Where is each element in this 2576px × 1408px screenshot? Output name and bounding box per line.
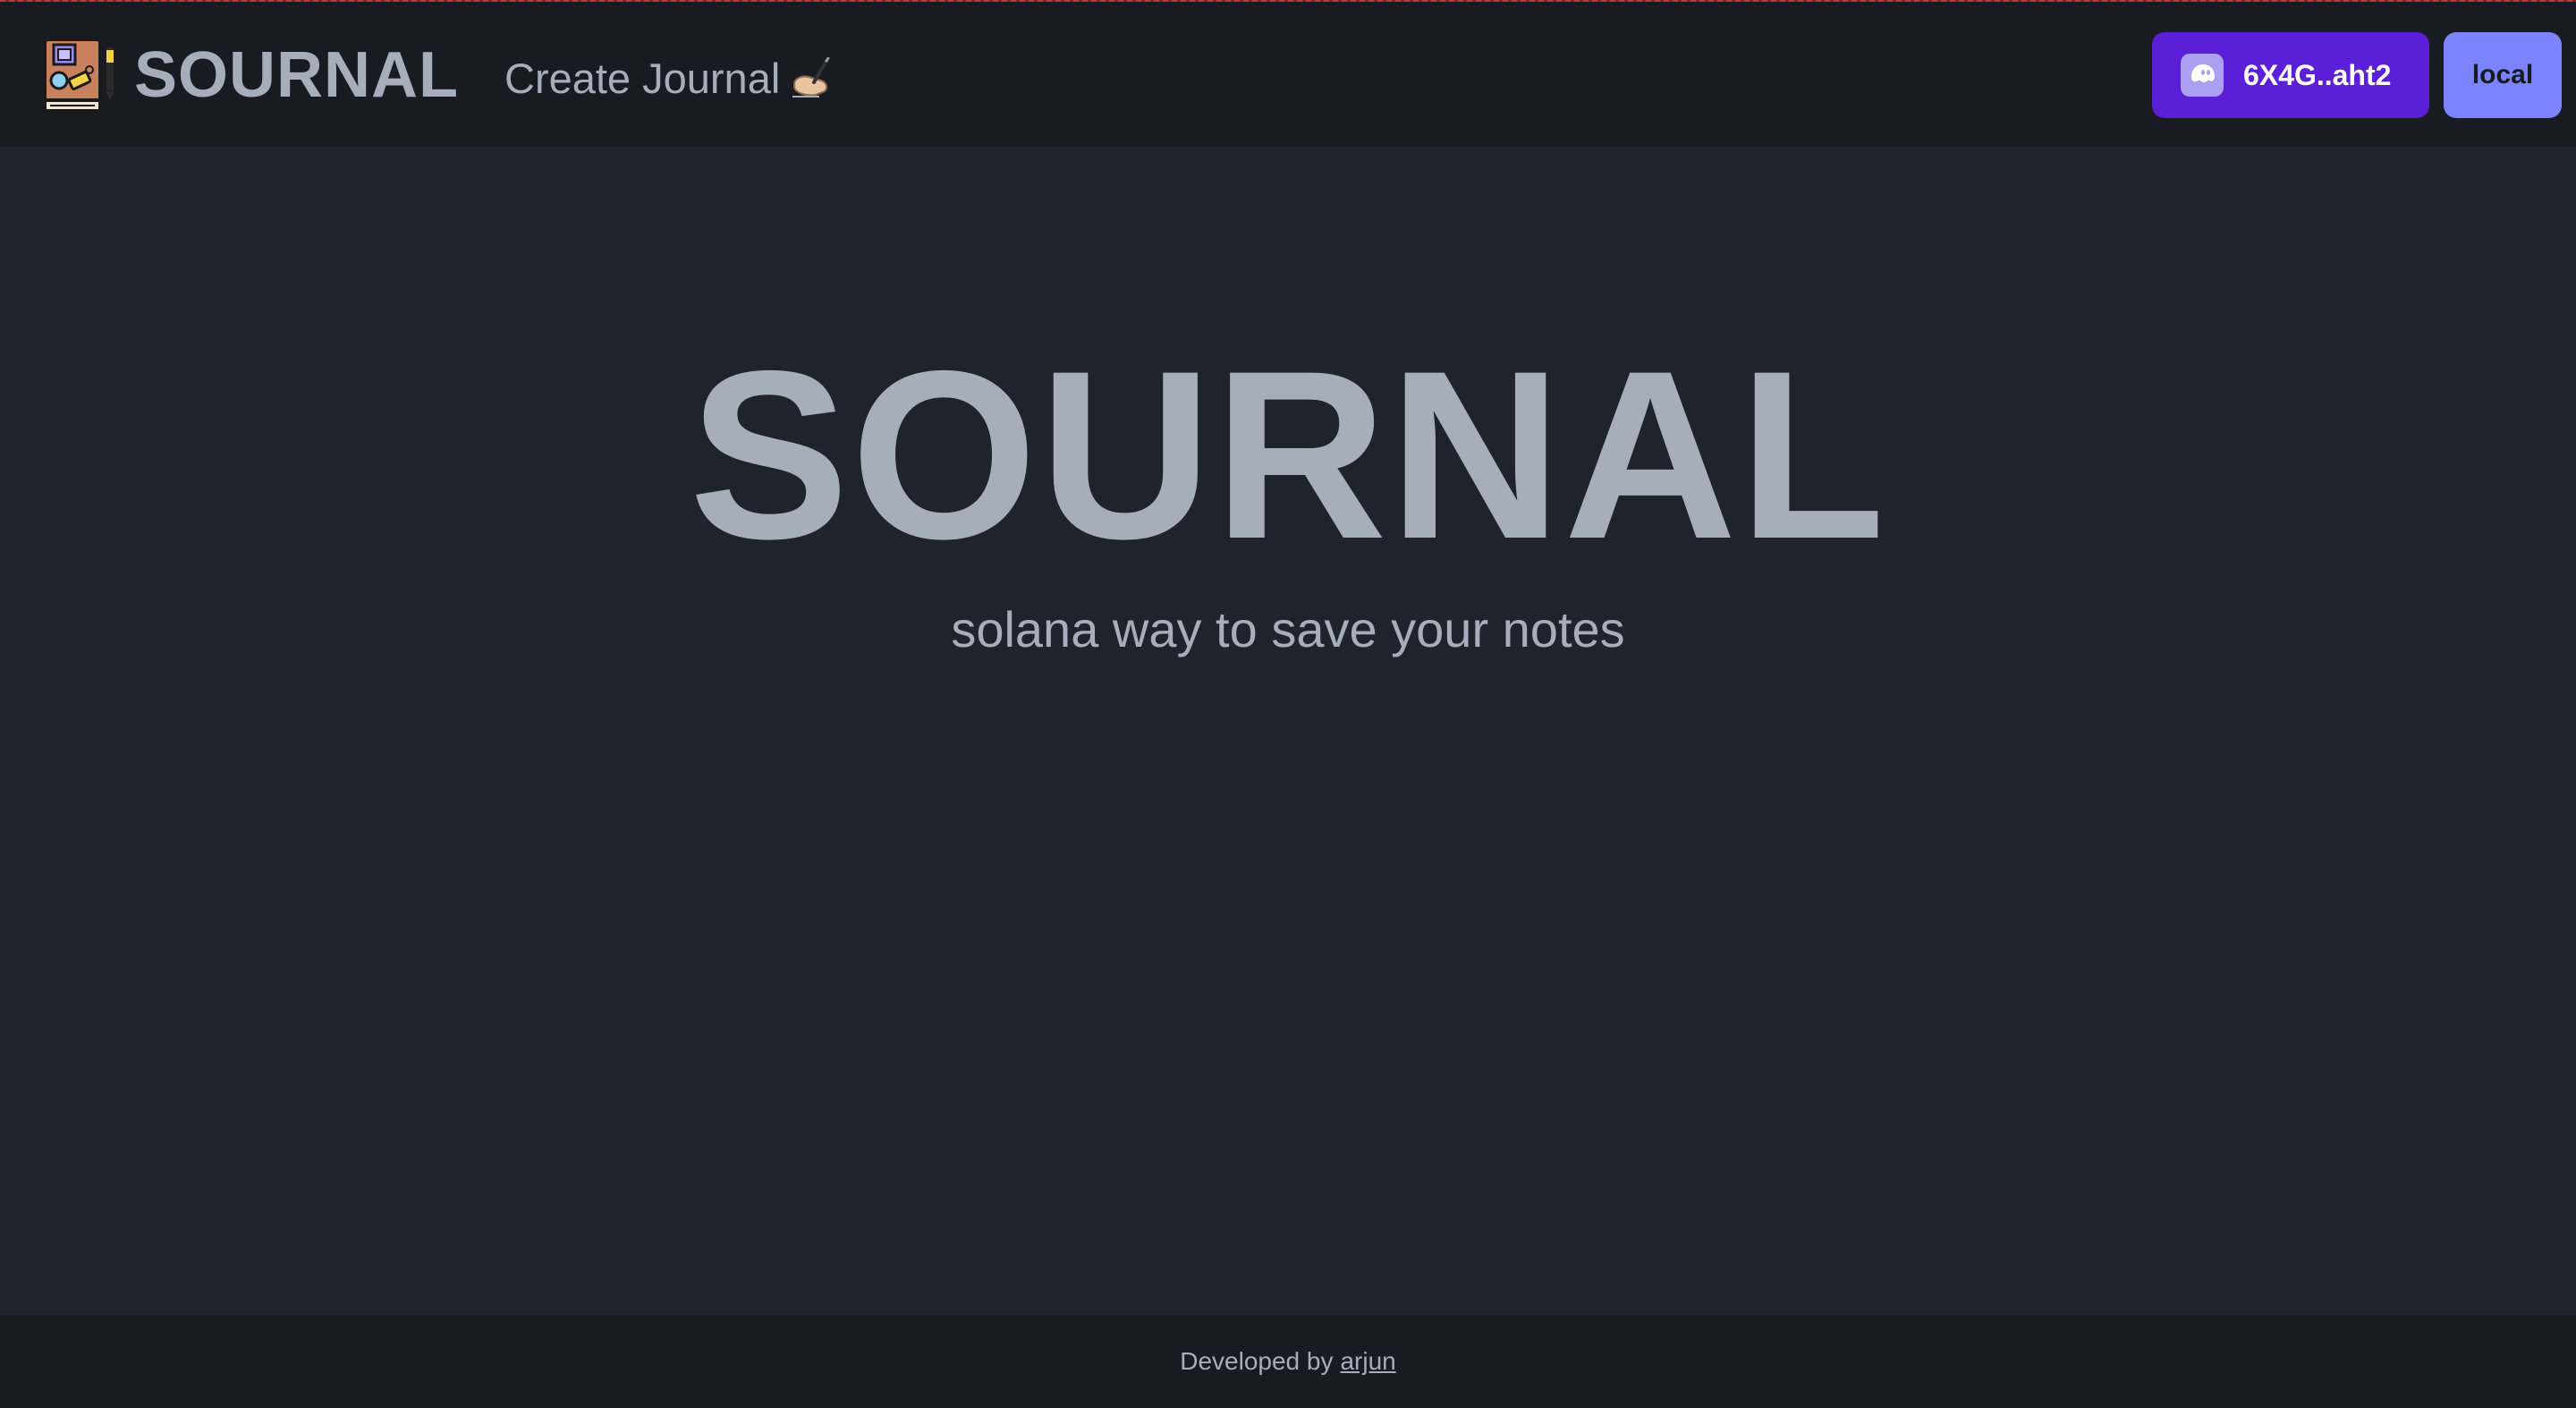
footer: Developed by arjun [0,1315,2576,1408]
brand-name: SOURNAL [134,39,459,111]
footer-text: Developed by [1180,1347,1334,1375]
hero: SOURNAL solana way to save your notes [0,147,2576,1315]
hero-subtitle: solana way to save your notes [951,601,1625,657]
phantom-ghost-icon [2181,54,2224,97]
writing-hand-icon [792,57,830,98]
wallet-address: 6X4G..aht2 [2243,58,2392,91]
cluster-select-button[interactable]: local [2444,32,2562,118]
nav-link-create-journal[interactable]: Create Journal [504,47,834,109]
wallet-button[interactable]: 6X4G..aht2 [2152,32,2429,118]
journal-book-icon [43,38,115,113]
author-link[interactable]: arjun [1340,1347,1395,1376]
brand-link[interactable]: SOURNAL [39,29,459,122]
navbar: SOURNAL Create Journal 6X4G..aht2 local [0,2,2576,147]
hero-title: SOURNAL [689,320,1887,589]
cluster-label: local [2471,60,2534,89]
nav-link-label: Create Journal [504,54,781,102]
